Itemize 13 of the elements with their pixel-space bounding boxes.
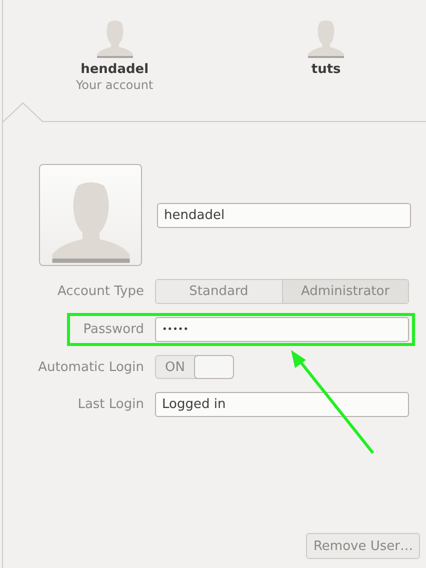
field-label: Password <box>82 322 144 337</box>
user-avatar-icon[interactable] <box>306 18 346 60</box>
user-avatar-icon[interactable] <box>94 18 135 60</box>
field-label: Automatic Login <box>37 360 144 374</box>
user-name[interactable]: hendadel <box>80 62 149 78</box>
last-login-field: Logged in <box>155 392 409 417</box>
password-field[interactable]: ••••• <box>155 317 409 342</box>
field-label: Account Type <box>56 284 144 299</box>
field-label: Last Login <box>76 397 144 412</box>
user-name[interactable]: tuts <box>311 62 341 78</box>
user-subtitle: Your account <box>76 78 154 92</box>
avatar-picture-button[interactable] <box>39 164 142 266</box>
name-field[interactable]: hendadel <box>157 202 411 228</box>
